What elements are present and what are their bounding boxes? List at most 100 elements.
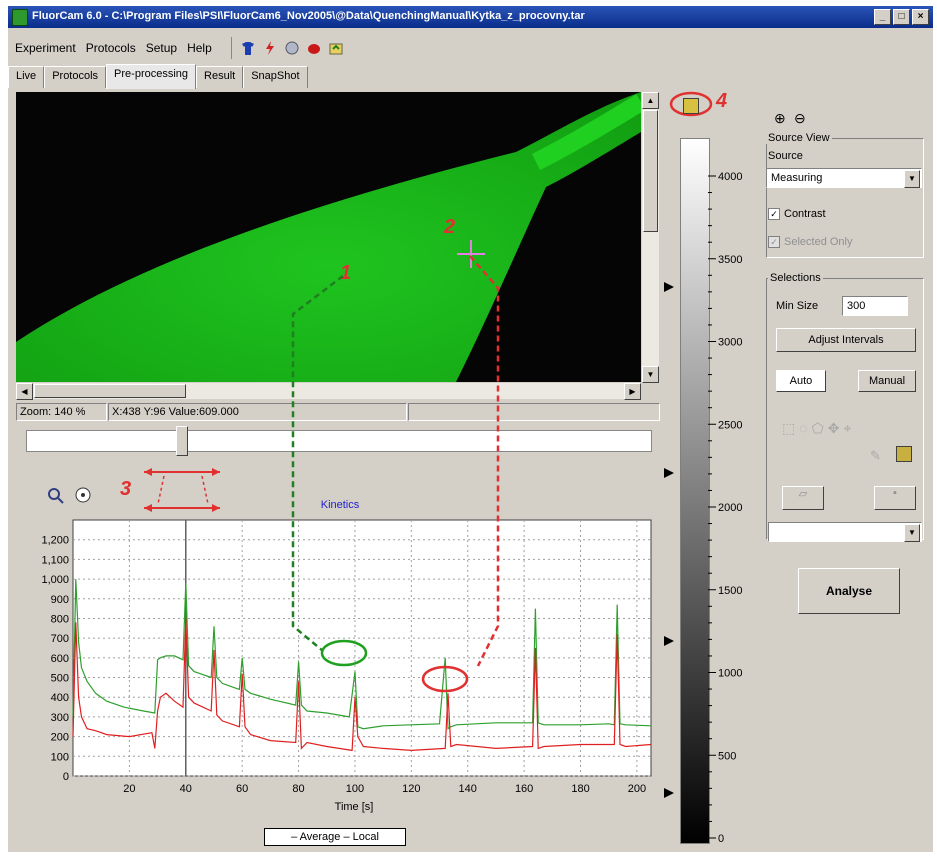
colorbar-marker-1[interactable] bbox=[664, 282, 674, 292]
chevron-down-icon[interactable]: ▼ bbox=[904, 170, 920, 188]
auto-button[interactable]: Auto bbox=[776, 370, 826, 392]
plot-region: 20 40 60 80 100 120 140 160 180 200 0 100 200 300 400 5… bbox=[41, 519, 652, 795]
tab-strip: Live Protocols Pre-processing Result Sna… bbox=[8, 64, 308, 89]
y-tick-label: 500 bbox=[51, 673, 69, 685]
adjust-intervals-button[interactable]: Adjust Intervals bbox=[776, 328, 916, 352]
colormap-icon[interactable] bbox=[683, 98, 699, 114]
colorbar-tick-label: 500 bbox=[718, 750, 736, 762]
leaf-image bbox=[16, 92, 641, 382]
scroll-up-arrow-icon[interactable]: ▲ bbox=[642, 92, 659, 109]
app-window: FluorCam 6.0 - C:\Program Files\PSI\Fluo… bbox=[8, 6, 933, 852]
plot-background bbox=[72, 519, 652, 777]
selected-only-checkbox[interactable]: ✓ Selected Only bbox=[768, 236, 852, 248]
eraser-icon[interactable]: ✎ bbox=[870, 448, 881, 464]
x-tick-label: 120 bbox=[402, 783, 420, 795]
frame-slider-thumb[interactable] bbox=[176, 426, 188, 456]
menu-help[interactable]: Help bbox=[182, 41, 217, 55]
source-select[interactable]: Measuring ▼ bbox=[766, 168, 922, 188]
paint-icon[interactable] bbox=[896, 446, 912, 462]
annotation-4: 4 bbox=[716, 90, 728, 112]
scroll-right-arrow-icon[interactable]: ▶ bbox=[624, 383, 641, 400]
app-leaf-icon bbox=[12, 9, 28, 26]
chart-title: Kinetics bbox=[321, 499, 360, 511]
annotation-1: 1 bbox=[340, 262, 352, 284]
tab-pre-processing[interactable]: Pre-processing bbox=[106, 64, 197, 89]
contrast-checkbox[interactable]: ✓ Contrast bbox=[768, 208, 826, 220]
y-tick-label: 1,000 bbox=[41, 574, 69, 586]
analyse-button[interactable]: Analyse bbox=[798, 568, 900, 614]
point-select-icon[interactable]: ⌖ bbox=[843, 420, 855, 436]
chevron-down-icon[interactable]: ▼ bbox=[904, 524, 920, 542]
menu-protocols[interactable]: Protocols bbox=[81, 41, 141, 55]
colorbar-marker-3[interactable] bbox=[664, 636, 674, 646]
frame-slider-track[interactable] bbox=[26, 430, 652, 452]
scroll-down-arrow-icon[interactable]: ▼ bbox=[642, 366, 659, 383]
zoom-out-icon[interactable]: ⊖ bbox=[794, 110, 806, 127]
shirt-icon[interactable] bbox=[240, 40, 256, 56]
globe-icon[interactable] bbox=[284, 40, 300, 56]
vertical-scroll-thumb[interactable] bbox=[643, 110, 658, 232]
menu-experiment[interactable]: Experiment bbox=[10, 41, 81, 55]
chart-legend: – Average – Local bbox=[264, 828, 406, 846]
save-icon: ▪ bbox=[893, 487, 897, 499]
manual-button[interactable]: Manual bbox=[858, 370, 916, 392]
close-button[interactable]: × bbox=[912, 9, 929, 25]
selected-only-label: Selected Only bbox=[784, 236, 853, 248]
source-select-value: Measuring bbox=[771, 172, 823, 184]
bug-icon[interactable] bbox=[306, 40, 322, 56]
y-tick-label: 600 bbox=[51, 653, 69, 665]
tab-snapshot[interactable]: SnapShot bbox=[243, 66, 308, 88]
scroll-left-arrow-icon[interactable]: ◀ bbox=[16, 383, 33, 400]
horizontal-scroll-thumb[interactable] bbox=[34, 384, 186, 398]
x-tick-label: 100 bbox=[346, 783, 364, 795]
zoom-in-icon[interactable]: ⊕ bbox=[774, 110, 786, 127]
rect-select-icon[interactable]: ⬚ bbox=[782, 420, 799, 436]
source-label: Source bbox=[768, 150, 803, 162]
colorbar-tick-label: 3000 bbox=[718, 337, 742, 349]
colorbar-marker-2[interactable] bbox=[664, 468, 674, 478]
maximize-button[interactable]: □ bbox=[893, 9, 910, 25]
flash-icon[interactable] bbox=[262, 40, 278, 56]
x-tick-label: 60 bbox=[236, 783, 248, 795]
colorbar-tick-label: 2000 bbox=[718, 502, 742, 514]
colorbar-tick-label: 4000 bbox=[718, 171, 742, 183]
x-tick-label: 80 bbox=[292, 783, 304, 795]
x-tick-label: 180 bbox=[571, 783, 589, 795]
tab-protocols[interactable]: Protocols bbox=[44, 66, 107, 88]
status-empty-cell bbox=[408, 403, 660, 421]
polygon-select-icon[interactable]: ⬠ bbox=[812, 420, 828, 436]
minimize-button[interactable]: _ bbox=[874, 9, 891, 25]
title-bar[interactable]: FluorCam 6.0 - C:\Program Files\PSI\Fluo… bbox=[8, 6, 933, 28]
y-tick-label: 200 bbox=[51, 732, 69, 744]
move-icon[interactable]: ✥ bbox=[828, 420, 844, 436]
kinetics-chart-panel: 3 Kinetics 20 40 60 80 100 120 140 160 180 200 0 10… bbox=[16, 464, 659, 852]
selection-dropdown[interactable]: ▼ bbox=[768, 522, 922, 542]
colorbar-tick-label: 3500 bbox=[718, 254, 742, 266]
y-tick-label: 700 bbox=[51, 633, 69, 645]
right-panel: ⊕ ⊖ Source View Source Measuring ▼ ✓ Con… bbox=[760, 92, 928, 852]
folder-icon: ▱ bbox=[798, 488, 808, 500]
y-tick-label: 1,100 bbox=[41, 554, 69, 566]
menu-bar: Experiment Protocols Setup Help bbox=[10, 34, 390, 62]
image-vertical-scrollbar[interactable]: ▲ ▼ bbox=[642, 92, 659, 383]
menu-setup[interactable]: Setup bbox=[141, 41, 182, 55]
open-selection-button[interactable]: ▱ bbox=[782, 486, 824, 510]
min-size-input[interactable]: 300 bbox=[842, 296, 908, 316]
check-icon: ✓ bbox=[768, 208, 780, 220]
colorbar-marker-4[interactable] bbox=[664, 788, 674, 798]
y-tick-label: 0 bbox=[63, 771, 69, 783]
y-tick-label: 400 bbox=[51, 692, 69, 704]
check-disabled-icon: ✓ bbox=[768, 236, 780, 248]
tab-result[interactable]: Result bbox=[196, 66, 244, 88]
tab-live[interactable]: Live bbox=[8, 66, 45, 88]
y-tick-label: 300 bbox=[51, 712, 69, 724]
x-tick-label: 160 bbox=[515, 783, 533, 795]
save-selection-button[interactable]: ▪ bbox=[874, 486, 916, 510]
intensity-colorbar bbox=[680, 138, 710, 844]
export-icon[interactable] bbox=[328, 40, 344, 56]
x-axis-label: Time [s] bbox=[335, 801, 374, 813]
image-horizontal-scrollbar[interactable]: ◀ ▶ bbox=[16, 383, 641, 400]
ellipse-select-icon[interactable]: ◌ bbox=[799, 420, 811, 436]
y-tick-label: 900 bbox=[51, 594, 69, 606]
fluorescence-image-view[interactable]: 1 2 bbox=[16, 92, 641, 382]
